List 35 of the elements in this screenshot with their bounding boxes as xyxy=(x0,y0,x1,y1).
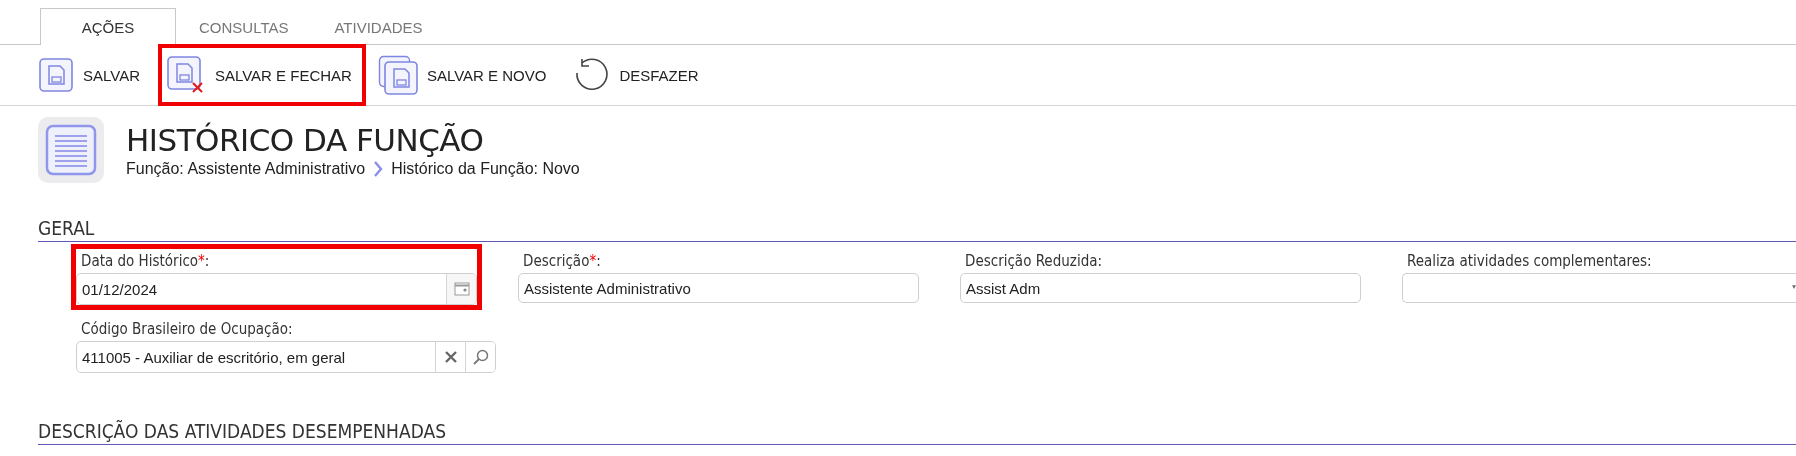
tab[interactable]: CONSULTAS xyxy=(176,8,312,45)
calendar-button[interactable] xyxy=(446,274,476,304)
text-field[interactable]: Assistente Administrativo xyxy=(518,273,919,303)
field-label: Descrição xyxy=(523,252,590,270)
tab[interactable]: AÇÕES xyxy=(40,8,176,45)
label-colon: : xyxy=(204,252,210,270)
floppy-disk-cross-icon xyxy=(165,55,206,95)
toolbar-button[interactable]: SALVAR E NOVO xyxy=(369,44,561,106)
lookup-input[interactable]: 411005 - Auxiliar de escritório, em geral xyxy=(77,342,435,372)
text-field[interactable]: Assist Adm xyxy=(960,273,1361,303)
close-icon xyxy=(444,351,457,363)
document-icon xyxy=(44,123,98,177)
search-button[interactable] xyxy=(465,342,495,372)
field-label: Data do Histórico xyxy=(81,252,199,270)
label-colon: : xyxy=(596,252,601,270)
field-label: Código Brasileiro de Ocupação: xyxy=(81,320,293,338)
dropdown-field[interactable] xyxy=(1402,273,1792,303)
field-label: Descrição Reduzida: xyxy=(965,252,1103,270)
required-mark: * xyxy=(198,252,205,270)
field-label: Realiza atividades complementares: xyxy=(1407,252,1652,270)
chevron-icon xyxy=(373,161,384,177)
search-icon xyxy=(472,349,489,365)
section-title: GERAL xyxy=(38,217,1796,242)
page-title: HISTÓRICO DA FUNÇÃO xyxy=(126,122,485,158)
stacked-floppy-disk-icon xyxy=(377,55,418,95)
calendar-icon xyxy=(453,282,470,296)
tab[interactable]: ATIVIDADES xyxy=(311,8,446,45)
breadcrumb-item: Histórico da Função: Novo xyxy=(391,160,580,178)
toolbar-button[interactable]: SALVAR xyxy=(30,44,154,106)
toolbar-button[interactable]: SALVAR E FECHAR xyxy=(157,44,366,106)
section-title: DESCRIÇÃO DAS ATIVIDADES DESEMPENHADAS xyxy=(38,420,1796,445)
toolbar-button[interactable]: DESFAZER xyxy=(564,44,713,106)
required-mark: * xyxy=(589,252,597,270)
lookup-field[interactable]: 411005 - Auxiliar de escritório, em geral xyxy=(76,341,496,373)
breadcrumb-item[interactable]: Função: Assistente Administrativo xyxy=(126,160,366,178)
